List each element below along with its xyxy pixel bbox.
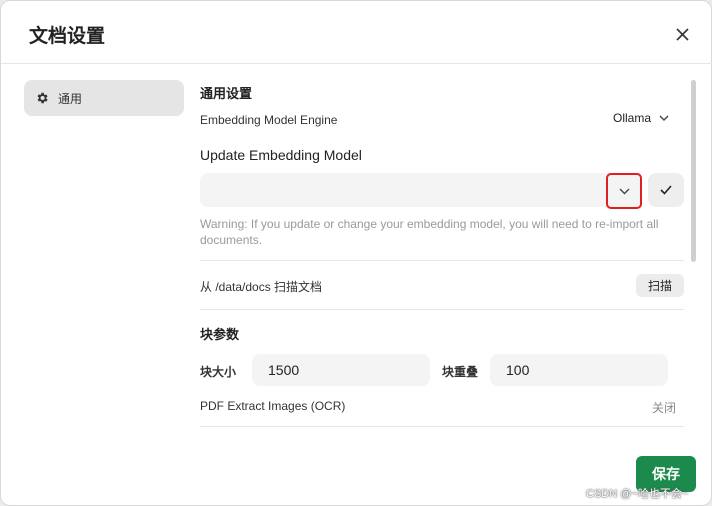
check-icon [660,185,672,195]
chevron-down-icon [659,115,669,121]
chevron-down-icon [619,188,629,194]
embedding-model-input[interactable] [200,173,640,207]
close-icon [675,27,689,41]
chunk-overlap-input[interactable]: 100 [490,354,668,386]
divider [200,260,684,261]
chunk-size-input[interactable]: 1500 [252,354,430,386]
chunk-section-title: 块参数 [200,327,240,342]
scrollbar[interactable] [691,80,696,262]
embedding-engine-value: Ollama [613,111,652,125]
dialog-title: 文档设置 [29,26,106,47]
confirm-model-button[interactable] [648,173,684,207]
document-settings-dialog: 文档设置 通用 通用设置 Embedding Model Engine Olla… [0,0,712,506]
embedding-engine-select[interactable]: Ollama [613,111,669,125]
pdf-extract-toggle[interactable]: 关闭 [652,399,676,416]
divider [200,309,684,310]
watermark-text: CSDN @~哈也不会~ [586,488,689,500]
model-dropdown-button[interactable] [606,173,642,209]
dialog-header: 文档设置 [1,1,712,64]
sidebar-item-label: 通用 [58,91,83,106]
chunk-size-label: 块大小 [200,365,237,379]
scan-docs-label: 从 /data/docs 扫描文档 [200,280,323,294]
scan-button[interactable]: 扫描 [636,274,684,297]
gear-icon [35,91,49,105]
divider [200,426,684,427]
embedding-warning-text: Warning: If you update or change your em… [200,217,659,247]
close-button[interactable] [669,21,695,47]
general-section-title: 通用设置 [200,86,253,101]
chunk-overlap-label: 块重叠 [442,365,479,379]
sidebar-item-general[interactable]: 通用 [24,80,184,116]
pdf-extract-label: PDF Extract Images (OCR) [200,399,346,413]
embedding-engine-label: Embedding Model Engine [200,113,338,127]
update-model-title: Update Embedding Model [200,147,362,163]
